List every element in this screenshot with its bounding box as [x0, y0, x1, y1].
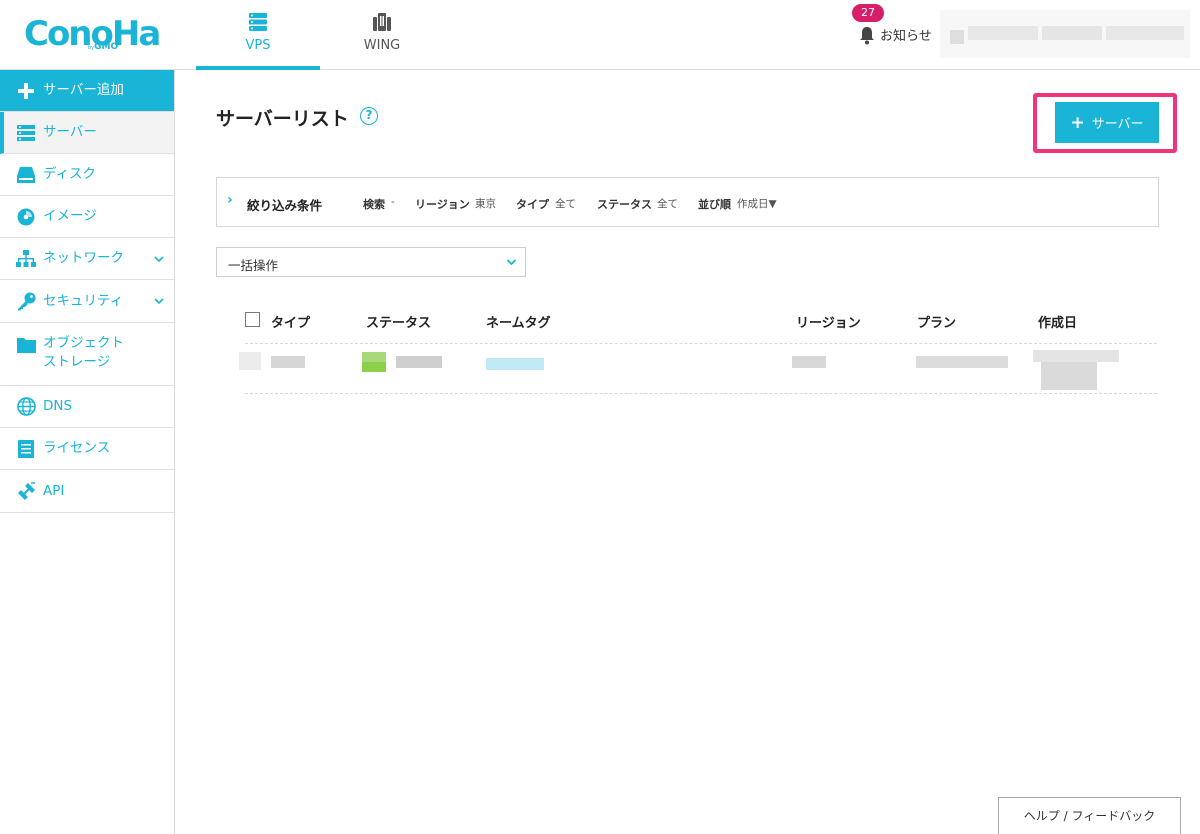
sidebar-item-add-server[interactable]: サーバー追加 [0, 70, 174, 112]
filter-panel[interactable]: › 絞り込み条件 検索 - リージョン 東京 タイプ 全て ステータス 全て 並… [216, 177, 1159, 227]
sidebar-item-disk[interactable]: ディスク [0, 154, 174, 196]
redacted-cell [792, 356, 826, 368]
chevron-down-icon [154, 293, 164, 309]
network-icon [16, 249, 36, 269]
column-header[interactable]: ステータス [366, 312, 431, 331]
sidebar-item-api[interactable]: API [0, 470, 174, 513]
sidebar-item-label: ライセンス [43, 440, 111, 456]
redacted-cell [271, 356, 305, 368]
sidebar-item-label: ネットワーク [43, 250, 124, 266]
globe-icon [16, 397, 36, 417]
help-circle-icon[interactable]: ? [360, 107, 378, 125]
status-indicator [362, 362, 386, 372]
sidebar: サーバー追加 サーバー ディスク イメージ ネットワーク セキュリティ オブジェ… [0, 70, 175, 834]
filter-value: 全て [657, 198, 678, 210]
add-server-label: サーバー [1091, 117, 1144, 132]
table-header: タイプ ステータス ネームタグ リージョン プラン 作成日 [245, 300, 1157, 344]
chevron-down-icon [506, 255, 517, 272]
filter-key: タイプ [516, 198, 549, 211]
redacted-name-tag[interactable] [486, 358, 544, 370]
conoha-logo[interactable]: ConoHa byGMO [24, 12, 161, 58]
api-icon [16, 481, 36, 501]
sidebar-item-label: セキュリティ [43, 292, 124, 309]
plus-icon [16, 81, 36, 101]
status-indicator [362, 352, 386, 362]
bulk-action-select[interactable]: 一括操作 [216, 247, 526, 277]
column-header[interactable]: タイプ [271, 312, 310, 331]
tab-vps[interactable]: VPS [196, 0, 320, 70]
sidebar-item-label: ディスク [43, 166, 97, 182]
sidebar-item-security[interactable]: セキュリティ [0, 280, 174, 323]
select-all-checkbox[interactable] [245, 312, 260, 327]
filter-value: 作成日▼ [737, 198, 777, 210]
help-feedback-button[interactable]: ヘルプ / フィードバック [998, 797, 1181, 834]
filter-key: 並び順 [698, 198, 731, 211]
key-icon [16, 291, 36, 311]
table-row[interactable] [239, 344, 1157, 394]
top-header: ConoHa byGMO VPS WING 27 お知らせ [0, 0, 1200, 70]
account-menu[interactable] [940, 10, 1190, 58]
sidebar-item-server[interactable]: サーバー [0, 112, 174, 154]
license-icon [16, 439, 36, 459]
server-stack-icon [248, 12, 268, 36]
image-icon [16, 207, 36, 227]
filter-value: 東京 [475, 198, 496, 210]
column-header[interactable]: ネームタグ [486, 312, 551, 331]
filter-value: - [391, 196, 395, 208]
sidebar-item-label: API [43, 482, 65, 499]
sidebar-item-label: DNS [43, 398, 73, 414]
redacted-cell [916, 356, 1008, 368]
sidebar-item-label: サーバー追加 [43, 82, 124, 98]
filter-key: ステータス [597, 198, 652, 211]
sidebar-item-network[interactable]: ネットワーク [0, 238, 174, 280]
filter-title: 絞り込み条件 [247, 198, 323, 213]
tab-wing[interactable]: WING [320, 0, 444, 69]
sidebar-item-label: イメージ [43, 208, 97, 224]
tab-wing-label: WING [363, 38, 401, 53]
bell-icon [858, 26, 876, 49]
notice-count-badge: 27 [852, 4, 884, 22]
tab-active-indicator [196, 66, 320, 70]
building-icon [372, 12, 392, 36]
column-header[interactable]: 作成日 [1038, 312, 1077, 331]
redacted-cell [396, 356, 442, 368]
redacted-cell [1041, 362, 1097, 390]
sidebar-item-object-storage[interactable]: オブジェクト ストレージ [0, 323, 174, 386]
redacted-account [1042, 26, 1102, 40]
column-header[interactable]: リージョン [796, 312, 861, 331]
notice-label: お知らせ [880, 29, 932, 44]
sidebar-item-image[interactable]: イメージ [0, 196, 174, 238]
folder-icon [16, 335, 36, 355]
chevron-down-icon [154, 251, 164, 267]
sidebar-item-dns[interactable]: DNS [0, 386, 174, 428]
filter-key: リージョン [415, 198, 470, 211]
chevron-right-icon: › [227, 192, 233, 208]
bulk-action-value: 一括操作 [228, 258, 279, 273]
disk-icon [16, 165, 36, 185]
sidebar-item-label: サーバー [43, 124, 97, 140]
server-icon [16, 123, 36, 143]
add-server-button[interactable]: + サーバー [1055, 102, 1159, 143]
filter-value: 全て [555, 198, 576, 210]
logo-sub: byGMO [88, 42, 119, 52]
redacted-account [968, 26, 1038, 40]
column-header[interactable]: プラン [917, 312, 956, 331]
filter-key: 検索 [363, 198, 385, 211]
sidebar-item-label: オブジェクト ストレージ [43, 335, 124, 370]
redacted-account [950, 30, 964, 44]
redacted-cell [239, 352, 261, 370]
tab-vps-label: VPS [245, 38, 271, 53]
redacted-account [1106, 26, 1184, 40]
page-title: サーバーリスト [216, 108, 349, 130]
notice-button[interactable]: 27 お知らせ [852, 4, 936, 64]
sidebar-item-license[interactable]: ライセンス [0, 428, 174, 470]
plus-icon: + [1070, 112, 1085, 133]
redacted-cell [1033, 350, 1119, 362]
